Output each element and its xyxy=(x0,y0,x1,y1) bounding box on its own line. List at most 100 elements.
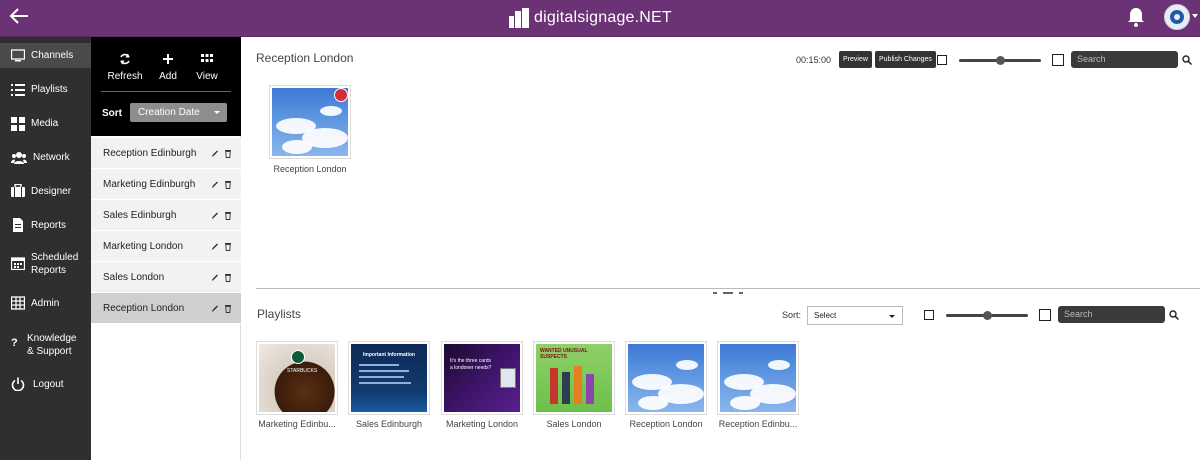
row-actions xyxy=(211,149,232,158)
playlist-thumbnail[interactable]: STARBUCKS xyxy=(256,341,338,415)
top-bar: digitalsignage.NET xyxy=(0,0,1200,37)
sort-select[interactable]: Creation Date xyxy=(130,103,227,122)
nav-item-knowledge-support[interactable]: ? Knowledge & Support xyxy=(0,328,91,360)
nav-item-reports[interactable]: Reports xyxy=(0,213,91,238)
sort-select-value: Creation Date xyxy=(138,107,200,118)
view-grid-icon xyxy=(201,54,213,62)
add-button[interactable]: Add xyxy=(148,53,188,82)
cards-image: It's the three cards a londoner needs? xyxy=(444,344,520,412)
trash-icon[interactable] xyxy=(224,304,232,313)
back-arrow-icon[interactable] xyxy=(8,6,30,26)
channel-row-selected[interactable]: Reception London xyxy=(91,293,241,324)
search-icon[interactable] xyxy=(1169,310,1179,320)
building-logo-icon xyxy=(509,8,529,28)
publish-changes-button[interactable]: Publish Changes xyxy=(875,51,936,68)
nav-label: Admin xyxy=(31,298,60,309)
playlist-item-thumbnail[interactable] xyxy=(269,85,351,159)
briefcase-icon xyxy=(11,184,25,197)
trash-icon[interactable] xyxy=(224,149,232,158)
left-nav: Channels Playlists Media Network Designe… xyxy=(0,37,91,460)
thumb-text: It's the three cards a londoner needs? xyxy=(450,358,492,371)
pencil-icon[interactable] xyxy=(211,273,219,282)
select-all-checkbox[interactable] xyxy=(924,310,934,320)
trash-icon[interactable] xyxy=(224,180,232,189)
trash-icon[interactable] xyxy=(224,273,232,282)
channel-row[interactable]: Sales Edinburgh xyxy=(91,200,241,231)
pencil-icon[interactable] xyxy=(211,304,219,313)
nav-label-line1: Scheduled xyxy=(31,252,79,263)
bell-icon[interactable] xyxy=(1126,6,1146,28)
thumb-text: Important Information xyxy=(363,352,415,358)
list-icon xyxy=(11,84,25,96)
trash-icon[interactable] xyxy=(224,211,232,220)
pencil-icon[interactable] xyxy=(211,149,219,158)
users-icon xyxy=(11,152,27,164)
refresh-button[interactable]: Refresh xyxy=(105,53,145,82)
nav-label: Logout xyxy=(33,379,64,390)
channel-name: Reception Edinburgh xyxy=(103,147,197,159)
nav-label-line2: & Support xyxy=(27,346,72,357)
search-input[interactable]: Search xyxy=(1058,306,1165,323)
nav-label: Playlists xyxy=(31,84,68,95)
playlist-sort-select[interactable]: Select xyxy=(807,306,903,325)
schedule-badge-icon xyxy=(334,88,348,102)
resize-handle-icon[interactable] xyxy=(713,291,743,295)
nav-item-scheduled-reports[interactable]: Scheduled Reports xyxy=(0,247,91,279)
zoom-slider[interactable] xyxy=(946,311,1028,320)
playlist-thumbnail[interactable] xyxy=(717,341,799,415)
nav-item-media[interactable]: Media xyxy=(0,111,91,136)
nav-label: Channels xyxy=(31,50,74,61)
pencil-icon[interactable] xyxy=(211,211,219,220)
gear-icon xyxy=(1170,10,1184,24)
monitor-icon xyxy=(11,49,25,62)
nav-item-network[interactable]: Network xyxy=(0,145,91,170)
pencil-icon[interactable] xyxy=(211,180,219,189)
playlist-thumbnail[interactable]: WANTED UNUSUAL SUSPECTS xyxy=(533,341,615,415)
channel-name: Marketing London xyxy=(103,240,184,252)
nav-label-line1: Knowledge xyxy=(27,333,77,344)
chevron-down-icon xyxy=(214,111,220,114)
nav-label: Scheduled Reports xyxy=(31,251,78,277)
power-icon xyxy=(11,377,25,391)
row-actions xyxy=(211,211,232,220)
nav-item-logout[interactable]: Logout xyxy=(0,372,91,397)
channel-row[interactable]: Reception Edinburgh xyxy=(91,138,241,169)
channel-name: Sales London xyxy=(103,271,165,283)
search-input[interactable]: Search xyxy=(1071,51,1178,68)
preview-button[interactable]: Preview xyxy=(839,51,872,68)
channel-row[interactable]: Marketing London xyxy=(91,231,241,262)
view-toggle-checkbox[interactable] xyxy=(1039,309,1051,321)
playlist-thumbnail[interactable]: It's the three cards a londoner needs? xyxy=(441,341,523,415)
starbucks-image: STARBUCKS xyxy=(259,344,335,412)
user-avatar[interactable] xyxy=(1164,4,1190,30)
playlists-heading: Playlists xyxy=(257,307,302,321)
channel-name: Marketing Edinburgh xyxy=(103,178,196,190)
file-icon xyxy=(13,218,23,232)
nav-label: Reports xyxy=(31,220,67,231)
slider-knob[interactable] xyxy=(983,311,992,320)
thumb-text: STARBUCKS xyxy=(287,368,318,374)
pane-divider xyxy=(256,288,1200,289)
chevron-down-icon[interactable] xyxy=(1192,14,1198,18)
zoom-slider[interactable] xyxy=(959,56,1041,65)
channel-toolbar: Refresh Add View Sort Creation Date xyxy=(91,37,241,136)
view-button[interactable]: View xyxy=(187,53,227,82)
nav-item-admin[interactable]: Admin xyxy=(0,291,91,316)
nav-label: Media xyxy=(31,118,59,129)
select-all-checkbox[interactable] xyxy=(937,55,947,65)
search-icon[interactable] xyxy=(1182,55,1192,65)
nav-item-playlists[interactable]: Playlists xyxy=(0,77,91,102)
thumbnail-caption: Sales London xyxy=(546,419,602,429)
nav-item-channels[interactable]: Channels xyxy=(0,43,91,68)
channel-row[interactable]: Marketing Edinburgh xyxy=(91,169,241,200)
playlist-thumbnail[interactable] xyxy=(625,341,707,415)
channel-row[interactable]: Sales London xyxy=(91,262,241,293)
slider-knob[interactable] xyxy=(996,56,1005,65)
view-toggle-checkbox[interactable] xyxy=(1052,54,1064,66)
pencil-icon[interactable] xyxy=(211,242,219,251)
nav-item-designer[interactable]: Designer xyxy=(0,179,91,204)
playlist-thumbnail[interactable]: Important Information xyxy=(348,341,430,415)
trash-icon[interactable] xyxy=(224,242,232,251)
sort-label: Sort: xyxy=(782,310,802,320)
sort-label: Sort xyxy=(102,108,122,119)
